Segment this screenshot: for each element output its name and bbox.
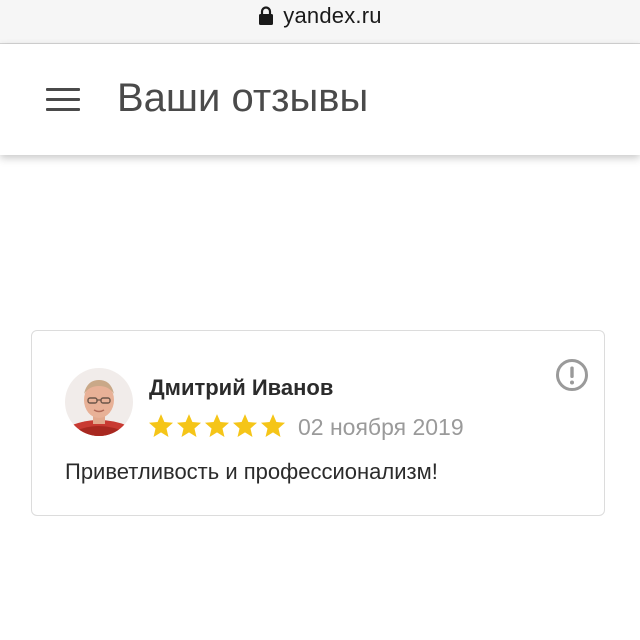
url-text: yandex.ru [283,2,382,28]
browser-url-bar[interactable]: yandex.ru [0,0,640,44]
avatar-photo [65,368,133,436]
star-rating [147,412,287,440]
star-icon [204,414,230,437]
app-header: Ваши отзывы [0,44,640,155]
page-title: Ваши отзывы [117,76,369,120]
author-name[interactable]: Дмитрий Иванов [149,375,333,401]
review-date: 02 ноября 2019 [298,414,464,440]
star-icon [232,414,258,437]
lock-icon [259,5,274,25]
url-display[interactable]: yandex.ru [258,2,382,29]
review-text: Приветливость и профессионализм! [65,459,438,484]
exclamation-circle-icon[interactable] [555,358,589,392]
star-icon [148,414,174,437]
star-icon [260,414,286,437]
review-card: Дмитрий Иванов 02 ноября 2019 Приветливо… [31,330,605,516]
avatar[interactable] [65,368,133,436]
star-icon [176,414,202,437]
hamburger-menu-icon[interactable] [44,86,82,114]
